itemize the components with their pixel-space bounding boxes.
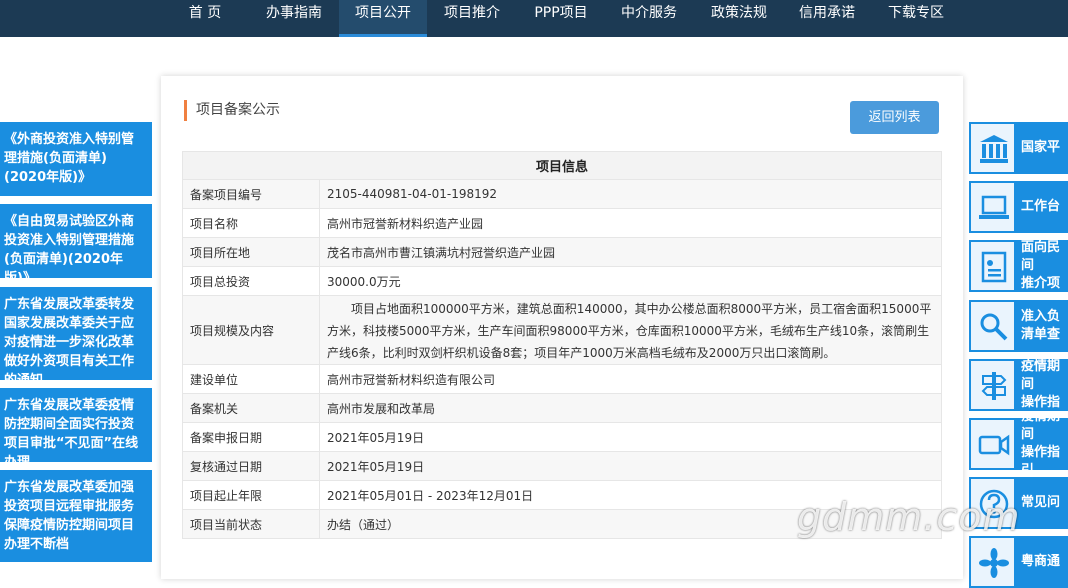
tile-epidemic-guide[interactable]: 疫情期间 操作指 (969, 359, 1068, 411)
row-label: 备案机关 (182, 393, 320, 423)
table-row: 项目所在地 茂名市高州市曹江镇满坑村冠誉织造产业园 (182, 237, 942, 267)
table-row: 备案申报日期 2021年05月19日 (182, 422, 942, 452)
tile-yueshangtong[interactable]: 粤商通 (969, 536, 1068, 588)
tile-label: 常见问 (1021, 495, 1061, 510)
row-label: 项目总投资 (182, 266, 320, 296)
tile-national-platform[interactable]: 国家平 (969, 122, 1068, 174)
building-icon (969, 122, 1016, 174)
nav-guide[interactable]: 办事指南 (258, 0, 330, 37)
tile-workbench[interactable]: 工作台 (969, 181, 1068, 233)
right-quick-tiles: 国家平 工作台 面向民间 推介项 准入负 清单查 疫情期间 操作指 疫情期间 操… (969, 0, 1068, 588)
row-label: 建设单位 (182, 364, 320, 394)
row-value: 2021年05月19日 (319, 422, 942, 452)
top-navigation: 首 页 办事指南 项目公开 项目推介 PPP项目 中介服务 政策法规 信用承诺 … (0, 0, 1068, 37)
left-link-online-approval[interactable]: 广东省发展改革委疫情防控期间全面实行投资项目审批“不见面”在线办理 (0, 388, 152, 462)
left-link-negative-list[interactable]: 《外商投资准入特别管理措施(负面清单)(2020年版)》 (0, 122, 152, 196)
tile-label: 工作台 (1021, 199, 1061, 214)
tile-label: 粤商通 (1021, 554, 1061, 569)
table-row: 备案项目编号 2105-440981-04-01-198192 (182, 179, 942, 209)
table-row: 项目名称 高州市冠誉新材料织造产业园 (182, 208, 942, 238)
tile-private-capital-projects[interactable]: 面向民间 推介项 (969, 240, 1068, 292)
laptop-icon (969, 181, 1016, 233)
row-value: 高州市发展和改革局 (319, 393, 942, 423)
nav-home[interactable]: 首 页 (180, 0, 230, 37)
table-row: 备案机关 高州市发展和改革局 (182, 393, 942, 423)
back-to-list-button[interactable]: 返回列表 (850, 101, 939, 134)
flower-icon (969, 536, 1016, 588)
table-row: 建设单位 高州市冠誉新材料织造有限公司 (182, 364, 942, 394)
nav-project-promotion[interactable]: 项目推介 (436, 0, 508, 37)
row-value: 高州市冠誉新材料织造有限公司 (319, 364, 942, 394)
row-value: 30000.0万元 (319, 266, 942, 296)
row-label: 项目规模及内容 (182, 295, 320, 365)
row-label: 项目名称 (182, 208, 320, 238)
tile-label: 疫情期间 操作指 (1021, 359, 1061, 410)
tile-label: 国家平 (1021, 140, 1061, 155)
row-value: 高州市冠誉新材料织造产业园 (319, 208, 942, 238)
table-header: 项目信息 (182, 151, 942, 180)
row-label: 备案项目编号 (182, 179, 320, 209)
nav-policy[interactable]: 政策法规 (703, 0, 775, 37)
panel-title: 项目备案公示 (184, 100, 280, 121)
table-row: 项目总投资 30000.0万元 (182, 266, 942, 296)
watermark: gdmm.com (797, 495, 1021, 539)
search-icon (969, 300, 1016, 352)
table-row: 项目规模及内容 项目占地面积100000平方米，建筑总面积140000，其中办公… (182, 295, 942, 365)
project-info-table: 项目信息 备案项目编号 2105-440981-04-01-198192 项目名… (182, 151, 942, 539)
nav-project-public[interactable]: 项目公开 (339, 0, 427, 37)
signpost-icon (969, 359, 1016, 411)
row-value: 2021年05月19日 (319, 451, 942, 481)
row-label: 备案申报日期 (182, 422, 320, 452)
row-value: 项目占地面积100000平方米，建筑总面积140000，其中办公楼总面积8000… (319, 295, 942, 365)
tile-label: 面向民间 推介项 (1021, 240, 1061, 291)
tile-epidemic-video-guide[interactable]: 疫情期间 操作指引 (969, 418, 1068, 470)
row-label: 项目起止年限 (182, 480, 320, 510)
left-link-remote-approval[interactable]: 广东省发展改革委加强投资项目远程审批服务保障疫情防控期间项目办理不断档 (0, 470, 152, 562)
document-icon (969, 240, 1016, 292)
video-icon (969, 418, 1016, 470)
tile-negative-list-query[interactable]: 准入负 清单查 (969, 300, 1068, 352)
tile-label: 准入负 清单查 (1021, 309, 1061, 342)
left-link-foreign-investment-notice[interactable]: 广东省发展改革委转发国家发展改革委关于应对疫情进一步深化改革做好外资项目有关工作… (0, 287, 152, 380)
nav-intermediary[interactable]: 中介服务 (613, 0, 685, 37)
table-row: 复核通过日期 2021年05月19日 (182, 451, 942, 481)
nav-credit[interactable]: 信用承诺 (791, 0, 863, 37)
nav-ppp[interactable]: PPP项目 (524, 0, 598, 37)
tile-label: 疫情期间 操作指引 (1021, 418, 1061, 470)
row-label: 项目所在地 (182, 237, 320, 267)
row-value: 2105-440981-04-01-198192 (319, 179, 942, 209)
row-label: 复核通过日期 (182, 451, 320, 481)
row-label: 项目当前状态 (182, 509, 320, 539)
nav-download[interactable]: 下载专区 (880, 0, 952, 37)
left-link-ftz-negative-list[interactable]: 《自由贸易试验区外商投资准入特别管理措施(负面清单)(2020年版)》 (0, 204, 152, 278)
row-value: 茂名市高州市曹江镇满坑村冠誉织造产业园 (319, 237, 942, 267)
